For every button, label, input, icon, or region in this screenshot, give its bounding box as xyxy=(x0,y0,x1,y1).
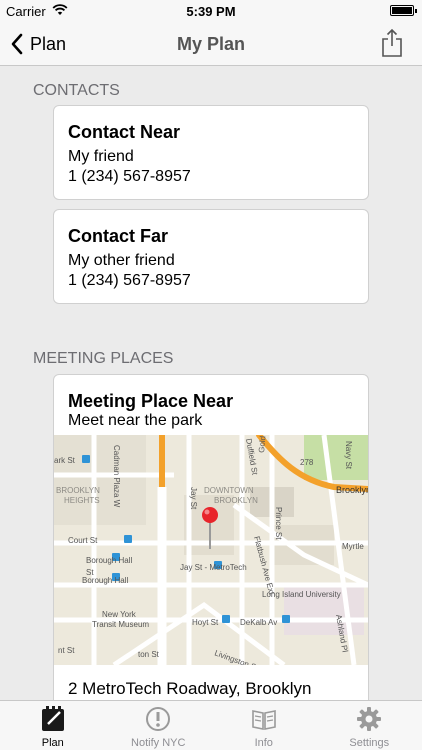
contact-phone: 1 (234) 567-8957 xyxy=(68,168,191,185)
map-label: ton St xyxy=(138,650,160,659)
map-label: HEIGHTS xyxy=(64,496,100,505)
map-label: BROOKLYN xyxy=(56,486,100,495)
map-canvas: ark St Cadman Plaza W Jay St Duffield St… xyxy=(54,435,368,665)
contact-card-near[interactable]: Contact Near My friend 1 (234) 567-8957 xyxy=(53,105,369,200)
notepad-icon xyxy=(41,706,64,731)
tab-plan[interactable]: Plan xyxy=(0,701,106,750)
map-label: Jay St - MetroTech xyxy=(180,563,247,572)
tab-label: Notify NYC xyxy=(131,737,186,749)
contact-name: Contact Near xyxy=(68,122,181,142)
meeting-place-card[interactable]: Meeting Place Near Meet near the park ar… xyxy=(53,374,369,714)
map-label: Myrtle xyxy=(342,542,364,551)
map-label: Borough Hall xyxy=(86,556,132,565)
contact-phone: 1 (234) 567-8957 xyxy=(68,272,191,289)
tab-label: Settings xyxy=(349,737,390,749)
tab-label: Plan xyxy=(41,737,64,749)
page-title: My Plan xyxy=(176,34,246,54)
tab-notify-nyc[interactable]: Notify NYC xyxy=(106,701,212,750)
map-label: Jay St xyxy=(189,487,198,510)
status-time: 5:39 PM xyxy=(186,4,236,19)
map-label: Brooklyn Q xyxy=(336,485,368,495)
map-label: Hoyt St xyxy=(192,618,219,627)
map-label: Prince St xyxy=(274,507,283,540)
tab-bar: Plan Notify NYC Info Settings xyxy=(0,700,422,750)
map-label: St xyxy=(86,568,94,577)
map-label: Borough Hall xyxy=(82,576,128,585)
navigation-bar: Plan My Plan xyxy=(0,22,422,66)
contact-person: My other friend xyxy=(68,252,175,269)
map-label: Cadman Plaza W xyxy=(112,445,121,508)
map-label: 278 xyxy=(300,458,314,467)
tab-settings[interactable]: Settings xyxy=(317,701,422,750)
meeting-place-name: Meeting Place Near xyxy=(68,391,234,411)
contact-person: My friend xyxy=(68,148,134,165)
contact-card-far[interactable]: Contact Far My other friend 1 (234) 567-… xyxy=(53,209,369,304)
status-bar: Carrier 5:39 PM xyxy=(0,0,422,22)
meeting-places-section-header: MEETING PLACES xyxy=(33,350,174,367)
alert-icon xyxy=(146,707,171,731)
map-label: New York xyxy=(102,610,137,619)
map-label: nt St xyxy=(58,646,75,655)
map-label: Navy St xyxy=(344,441,353,470)
meeting-place-description: Meet near the park xyxy=(68,412,203,429)
map-label: Long Island University xyxy=(262,590,341,599)
battery-icon xyxy=(390,5,417,16)
map-label: BROOKLYN xyxy=(214,496,258,505)
meeting-place-address: 2 MetroTech Roadway, Brooklyn xyxy=(68,679,312,698)
map-label: DOWNTOWN xyxy=(204,486,254,495)
book-icon xyxy=(251,710,276,730)
map-label: DeKalb Av xyxy=(240,618,277,627)
map-label: ark St xyxy=(54,456,76,465)
tab-info[interactable]: Info xyxy=(211,701,317,750)
park-area xyxy=(304,435,368,480)
tab-label: Info xyxy=(254,737,273,749)
gear-icon xyxy=(357,707,382,731)
map-label: Court St xyxy=(68,536,98,545)
contacts-section-header: CONTACTS xyxy=(33,82,120,99)
meeting-place-map[interactable]: ark St Cadman Plaza W Jay St Duffield St… xyxy=(54,435,368,665)
contact-name: Contact Far xyxy=(68,226,169,246)
map-label: Transit Museum xyxy=(92,620,149,629)
share-icon[interactable] xyxy=(380,28,404,58)
